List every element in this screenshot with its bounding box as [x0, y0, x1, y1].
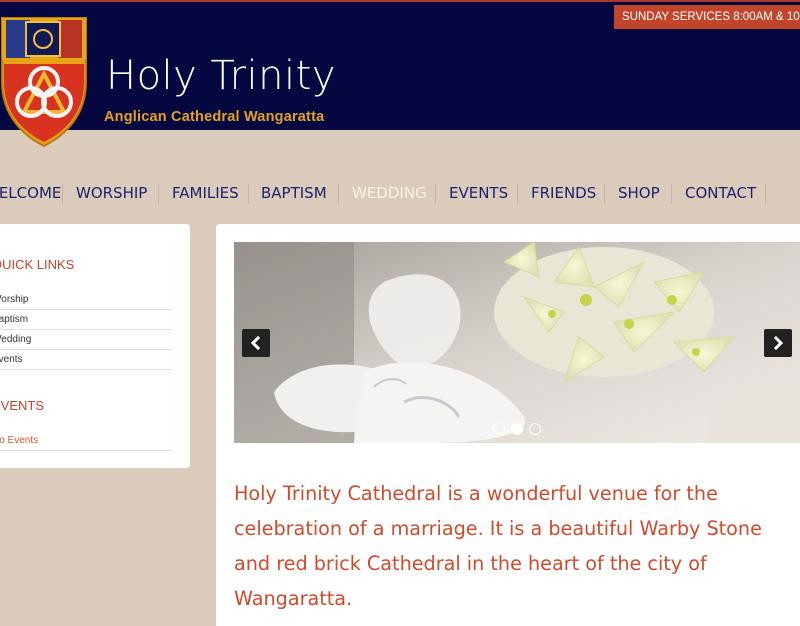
main-nav: WELCOME WORSHIP FAMILIES BAPTISM WEDDING… [0, 178, 800, 208]
nav-divider [604, 184, 605, 204]
services-banner: SUNDAY SERVICES 8:00AM & 10:00AM [614, 5, 800, 29]
events-heading: EVENTS [0, 398, 45, 413]
nav-divider [517, 184, 518, 204]
nav-divider [765, 184, 766, 204]
nav-item-welcome[interactable]: WELCOME [0, 178, 61, 208]
sidebar-link-wedding[interactable]: Wedding [0, 330, 172, 350]
nav-divider [435, 184, 436, 204]
nav-item-shop[interactable]: SHOP [618, 178, 660, 208]
slider-prev-button[interactable] [242, 329, 270, 357]
cathedral-crest-logo[interactable] [0, 16, 90, 148]
slider-dot-3[interactable] [529, 423, 541, 435]
nav-divider [158, 184, 159, 204]
nav-divider [671, 184, 672, 204]
nav-item-wedding[interactable]: WEDDING [352, 178, 427, 208]
sidebar-link-events[interactable]: Events [0, 350, 172, 370]
nav-item-worship[interactable]: WORSHIP [76, 178, 147, 208]
nav-item-contact[interactable]: CONTACT [685, 178, 756, 208]
site-subtitle: Anglican Cathedral Wangaratta [104, 109, 325, 125]
quick-links-heading: QUICK LINKS [0, 257, 75, 272]
slider-next-button[interactable] [764, 329, 792, 357]
nav-item-baptism[interactable]: BAPTISM [261, 178, 327, 208]
site-header: Holy Trinity Anglican Cathedral Wangarat… [0, 0, 800, 148]
nav-divider [62, 184, 63, 204]
chevron-right-icon [773, 335, 784, 351]
sidebar: QUICK LINKS Worship Baptism Wedding Even… [0, 224, 190, 468]
sidebar-link-worship[interactable]: Worship [0, 290, 172, 310]
site-title[interactable]: Holy Trinity [106, 52, 336, 100]
nav-divider [248, 184, 249, 204]
wedding-slide-image [234, 242, 800, 443]
wedding-intro-text: Holy Trinity Cathedral is a wonderful ve… [234, 482, 762, 610]
image-slider[interactable] [234, 242, 800, 443]
nav-item-friends[interactable]: FRIENDS [531, 178, 596, 208]
no-events-text: No Events [0, 431, 172, 451]
chevron-left-icon [250, 335, 261, 351]
sidebar-link-baptism[interactable]: Baptism [0, 310, 172, 330]
slider-dot-1[interactable] [493, 423, 505, 435]
nav-item-events[interactable]: EVENTS [449, 178, 508, 208]
nav-item-families[interactable]: FAMILIES [172, 178, 239, 208]
nav-divider [338, 184, 339, 204]
slider-dot-2[interactable] [511, 423, 523, 435]
